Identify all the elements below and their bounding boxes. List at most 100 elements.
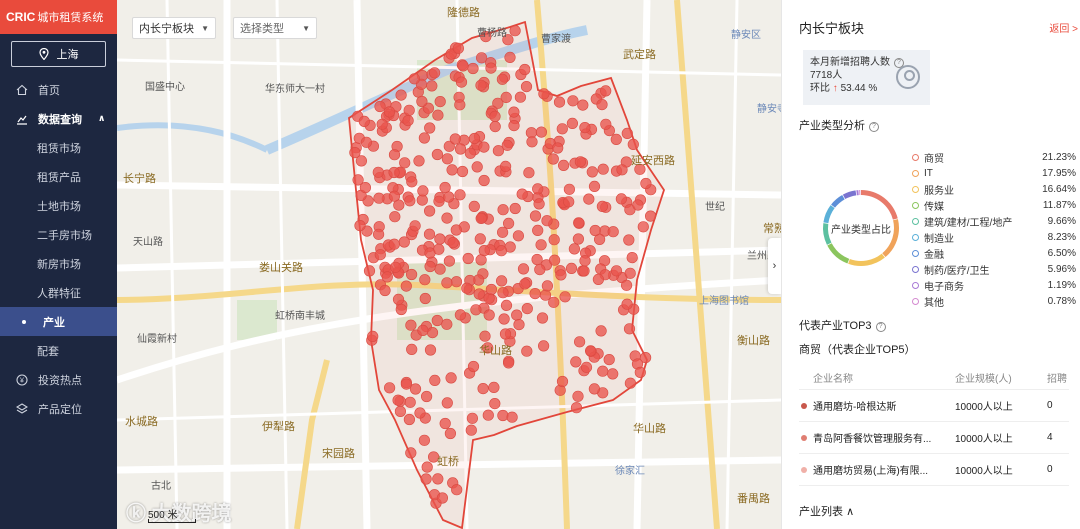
job-point[interactable] <box>403 413 416 426</box>
job-point[interactable] <box>548 234 560 246</box>
job-point[interactable] <box>623 234 635 246</box>
job-point[interactable] <box>417 324 429 337</box>
block-select[interactable]: 内长宁板块 ▼ <box>132 17 216 39</box>
legend-item[interactable]: 商贸 21.23% <box>912 149 1076 165</box>
job-point[interactable] <box>624 377 637 389</box>
job-point[interactable] <box>454 143 467 155</box>
job-point[interactable] <box>529 288 541 300</box>
job-point[interactable] <box>434 263 446 275</box>
job-point[interactable] <box>558 159 570 171</box>
job-point[interactable] <box>534 264 546 276</box>
job-point[interactable] <box>404 396 416 408</box>
nav-data-query[interactable]: 数据查询 ∧ <box>0 104 117 133</box>
job-point[interactable] <box>588 383 601 395</box>
job-point[interactable] <box>418 132 431 144</box>
job-point[interactable] <box>603 354 615 366</box>
nav-product[interactable]: 产品定位 <box>0 394 117 423</box>
job-point[interactable] <box>367 330 379 343</box>
job-point[interactable] <box>521 303 533 315</box>
job-point[interactable] <box>433 195 445 207</box>
job-point[interactable] <box>474 233 486 245</box>
job-point[interactable] <box>478 141 490 153</box>
job-point[interactable] <box>479 330 491 342</box>
job-point[interactable] <box>529 210 542 222</box>
job-point[interactable] <box>519 278 531 290</box>
job-point[interactable] <box>468 200 480 212</box>
job-point[interactable] <box>454 99 466 111</box>
back-link[interactable]: 返回 > <box>1049 20 1078 35</box>
job-point[interactable] <box>475 254 487 266</box>
job-point[interactable] <box>405 319 417 331</box>
job-point[interactable] <box>374 100 386 113</box>
job-point[interactable] <box>454 189 466 201</box>
job-point[interactable] <box>500 91 512 103</box>
job-point[interactable] <box>592 273 605 286</box>
panel-collapse-button[interactable]: › <box>768 238 781 294</box>
job-point[interactable] <box>533 198 545 210</box>
job-point[interactable] <box>417 185 429 197</box>
job-point[interactable] <box>399 157 411 169</box>
job-point[interactable] <box>421 461 433 473</box>
city-selector-button[interactable]: 上海 <box>11 41 106 67</box>
job-point[interactable] <box>466 412 479 424</box>
job-point[interactable] <box>392 293 405 306</box>
job-point[interactable] <box>516 188 528 200</box>
job-point[interactable] <box>497 287 509 299</box>
job-point[interactable] <box>556 375 569 388</box>
job-point[interactable] <box>405 447 417 459</box>
job-point[interactable] <box>538 88 550 100</box>
job-point[interactable] <box>535 239 547 251</box>
job-point[interactable] <box>521 345 533 357</box>
job-point[interactable] <box>383 106 396 118</box>
job-point[interactable] <box>597 365 609 377</box>
nav-sub-item[interactable]: 二手房市场 <box>0 220 117 249</box>
job-point[interactable] <box>552 142 564 154</box>
job-point[interactable] <box>450 224 462 236</box>
legend-item[interactable]: 电子商务 1.19% <box>912 277 1076 293</box>
job-point[interactable] <box>445 372 457 384</box>
job-point[interactable] <box>579 255 591 267</box>
job-point[interactable] <box>639 352 652 364</box>
job-point[interactable] <box>585 345 597 357</box>
job-point[interactable] <box>392 394 404 406</box>
job-point[interactable] <box>580 361 593 373</box>
job-point[interactable] <box>568 243 581 255</box>
job-point[interactable] <box>531 253 543 266</box>
job-point[interactable] <box>477 383 489 395</box>
job-point[interactable] <box>644 210 657 222</box>
job-point[interactable] <box>476 52 488 64</box>
job-point[interactable] <box>621 298 633 310</box>
job-point[interactable] <box>388 238 400 250</box>
job-point[interactable] <box>539 289 552 301</box>
nav-sub-item[interactable]: 配套 <box>0 336 117 365</box>
job-point[interactable] <box>434 233 446 245</box>
job-point[interactable] <box>621 279 633 291</box>
job-point[interactable] <box>363 265 376 277</box>
job-point[interactable] <box>379 284 391 297</box>
legend-item[interactable]: 建筑/建材/工程/地产 9.66% <box>912 213 1076 229</box>
job-point[interactable] <box>520 80 533 93</box>
job-point[interactable] <box>360 136 372 148</box>
job-point[interactable] <box>400 378 413 390</box>
legend-item[interactable]: 服务业 16.64% <box>912 181 1076 197</box>
job-point[interactable] <box>421 390 433 403</box>
job-point[interactable] <box>559 291 571 303</box>
job-point[interactable] <box>447 237 459 249</box>
job-point[interactable] <box>465 424 477 436</box>
job-point[interactable] <box>563 183 576 195</box>
job-point[interactable] <box>450 276 463 288</box>
nav-sub-item[interactable]: 产业 <box>0 307 117 336</box>
job-point[interactable] <box>431 314 443 327</box>
job-point[interactable] <box>626 252 638 264</box>
job-point[interactable] <box>553 96 566 108</box>
job-point[interactable] <box>572 390 584 402</box>
job-point[interactable] <box>536 312 549 324</box>
job-point[interactable] <box>468 132 481 145</box>
nav-sub-item[interactable]: 人群特征 <box>0 278 117 307</box>
job-point[interactable] <box>455 76 468 88</box>
job-point[interactable] <box>485 283 498 296</box>
job-point[interactable] <box>624 267 636 279</box>
job-point[interactable] <box>498 313 510 325</box>
help-icon[interactable]: ? <box>875 322 886 332</box>
job-point[interactable] <box>441 153 454 165</box>
